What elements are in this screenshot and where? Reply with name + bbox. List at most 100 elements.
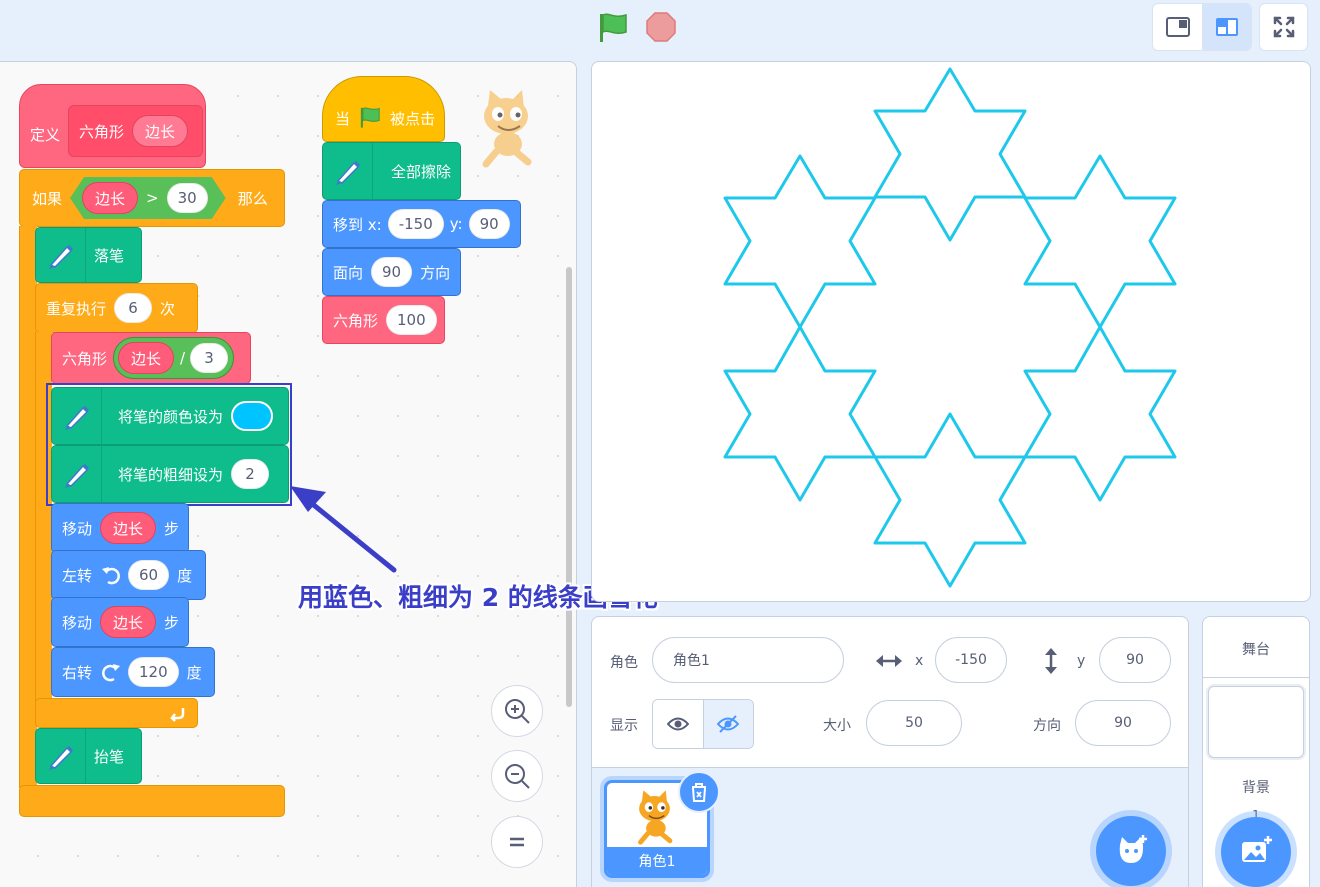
move-block-2[interactable]: 移动 边长 步 — [51, 597, 189, 647]
hexagon-call-param[interactable]: 边长 — [118, 342, 175, 374]
size-input[interactable]: 50 — [866, 700, 962, 746]
hexagon-call-block[interactable]: 六角形 边长 / 3 — [51, 332, 251, 384]
normal-stage-icon — [1216, 18, 1238, 36]
y-arrows-icon — [1045, 648, 1057, 674]
y-input[interactable]: 90 — [1099, 637, 1171, 683]
move-label: 移动 — [62, 613, 93, 632]
sprite-list: 角色1 — [592, 767, 1188, 887]
code-scrollbar[interactable] — [566, 267, 572, 707]
goto-x-input[interactable]: -150 — [387, 209, 444, 239]
rotate-right-icon — [102, 664, 121, 682]
fullscreen-button[interactable] — [1259, 3, 1308, 51]
x-label: x — [915, 653, 924, 669]
repeat-label: 重复执行 — [46, 299, 107, 318]
highlight-box — [46, 383, 292, 506]
turn-left-unit: 度 — [177, 566, 193, 585]
zoom-in-button[interactable] — [491, 685, 543, 737]
condition-greater[interactable]: 边长 > 30 — [70, 177, 226, 219]
repeat-times-input[interactable]: 6 — [114, 293, 153, 323]
turn-left-block[interactable]: 左转 60 度 — [51, 550, 206, 600]
sprite-thumbnail-label: 角色1 — [607, 847, 707, 875]
add-backdrop-icon — [1242, 836, 1272, 862]
rotate-left-icon — [102, 567, 120, 585]
zoom-out-icon — [505, 764, 530, 789]
backdrop-label: 背景 — [1242, 780, 1270, 796]
zoom-out-button[interactable] — [491, 750, 543, 802]
pen-down-block[interactable]: 落笔 — [35, 227, 142, 283]
trash-icon — [692, 783, 706, 802]
define-param[interactable]: 边长 — [132, 115, 189, 147]
turn-right-label: 右转 — [62, 663, 93, 682]
x-input[interactable]: -150 — [935, 637, 1007, 683]
point-direction-label: 面向 — [333, 263, 364, 282]
stage-pane[interactable]: 舞台 背景 1 — [1202, 616, 1310, 887]
turn-right-unit: 度 — [186, 663, 202, 682]
sprite-name-input[interactable]: 角色1 — [652, 637, 844, 683]
goto-x-label: 移到 x: — [333, 215, 382, 234]
goto-xy-block[interactable]: 移到 x: -150 y: 90 — [322, 200, 521, 248]
code-area[interactable]: 定义 六角形 边长 如果 边长 > 30 那么 落笔 重复执行 6 次 六角形 — [0, 61, 577, 887]
backdrop-thumbnail[interactable] — [1208, 686, 1304, 758]
annotation-arrow — [290, 486, 397, 573]
if-value-input[interactable]: 30 — [167, 183, 208, 213]
direction-value: 90 — [1114, 715, 1132, 731]
move-block[interactable]: 移动 边长 步 — [51, 503, 189, 553]
repeat-bottom — [35, 698, 198, 728]
direction-input[interactable]: 90 — [371, 257, 413, 287]
define-label: 定义 — [30, 126, 61, 144]
divide-value-input[interactable]: 3 — [190, 343, 229, 373]
turn-right-block[interactable]: 右转 120 度 — [51, 647, 215, 697]
show-button[interactable] — [653, 700, 703, 748]
clear-all-block[interactable]: 全部擦除 — [322, 142, 461, 200]
add-sprite-button[interactable] — [1096, 816, 1166, 886]
divide-operator-block[interactable]: 边长 / 3 — [113, 337, 235, 379]
define-block[interactable]: 定义 六角形 边长 — [19, 84, 206, 168]
small-stage-icon — [1165, 17, 1190, 37]
stop-icon[interactable] — [646, 12, 676, 42]
stage-divider — [1203, 677, 1309, 678]
when-flag-clicked-block[interactable]: 当 被点击 — [322, 76, 445, 142]
hide-button[interactable] — [702, 700, 753, 748]
hexagon-main-label: 六角形 — [333, 311, 379, 330]
turn-left-input[interactable]: 60 — [128, 560, 170, 590]
eye-icon — [666, 717, 689, 731]
delete-sprite-button[interactable] — [678, 771, 720, 813]
stage[interactable] — [591, 61, 1311, 602]
greater-operator: > — [146, 189, 159, 207]
if-block[interactable]: 如果 边长 > 30 那么 — [19, 169, 285, 227]
fullscreen-icon — [1273, 16, 1294, 38]
hexagon-main-input[interactable]: 100 — [386, 305, 437, 335]
direction-input[interactable]: 90 — [1075, 700, 1171, 746]
y-label: y — [1077, 653, 1086, 669]
snowflake-drawing — [723, 67, 1177, 588]
goto-y-input[interactable]: 90 — [468, 209, 510, 239]
size-label: 大小 — [823, 718, 851, 734]
move-param[interactable]: 边长 — [100, 606, 157, 638]
normal-stage-button[interactable] — [1202, 4, 1251, 50]
add-backdrop-button[interactable] — [1221, 817, 1291, 887]
pen-down-label: 落笔 — [94, 246, 125, 265]
green-flag-icon[interactable] — [596, 10, 630, 44]
goto-y-label: y: — [449, 215, 463, 233]
small-stage-button[interactable] — [1153, 4, 1202, 50]
loop-arrow-icon — [170, 708, 185, 722]
divide-symbol: / — [180, 349, 186, 367]
move-param[interactable]: 边长 — [100, 512, 157, 544]
clear-all-label: 全部擦除 — [391, 162, 452, 181]
hexagon-call-label: 六角形 — [62, 349, 108, 368]
zoom-reset-button[interactable] — [491, 816, 543, 868]
hexagon-main-call-block[interactable]: 六角形 100 — [322, 296, 445, 344]
x-arrows-icon — [876, 655, 902, 667]
visibility-toggle — [652, 699, 754, 749]
if-param[interactable]: 边长 — [82, 182, 138, 214]
pen-up-label: 抬笔 — [94, 747, 125, 766]
turn-right-input[interactable]: 120 — [128, 657, 179, 687]
pen-up-block[interactable]: 抬笔 — [35, 728, 142, 784]
direction-unit: 方向 — [420, 263, 451, 282]
turn-left-label: 左转 — [62, 566, 93, 585]
when-label: 当 — [335, 110, 351, 128]
repeat-block[interactable]: 重复执行 6 次 — [35, 283, 198, 333]
stage-size-toggle — [1152, 3, 1252, 51]
if-block-bottom — [19, 785, 285, 817]
point-direction-block[interactable]: 面向 90 方向 — [322, 248, 461, 296]
